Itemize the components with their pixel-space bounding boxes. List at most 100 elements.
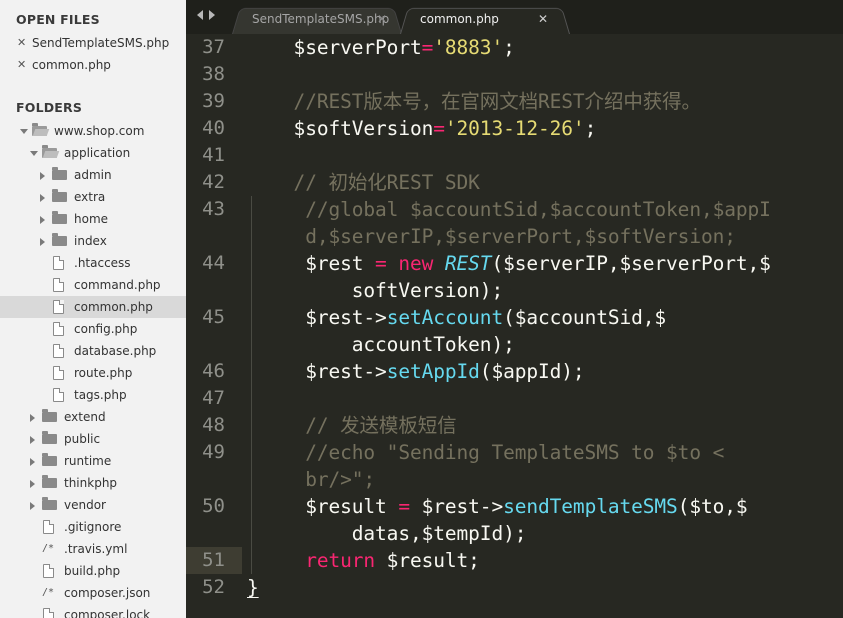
- folder-icon: [42, 409, 57, 422]
- tree-item[interactable]: database.php: [0, 340, 186, 362]
- code-token: ;: [503, 36, 515, 59]
- file-icon: [53, 256, 64, 270]
- tree-item[interactable]: public: [0, 428, 186, 450]
- code-token: $result: [247, 495, 399, 518]
- tree-item[interactable]: .htaccess: [0, 252, 186, 274]
- tree-item[interactable]: thinkphp: [0, 472, 186, 494]
- code-line[interactable]: //global $accountSid,$accountToken,$appI: [247, 196, 771, 223]
- code-line[interactable]: $result = $rest->sendTemplateSMS($to,$: [247, 493, 747, 520]
- tab-common-php[interactable]: common.php ✕: [400, 5, 570, 34]
- file-icon: [53, 344, 64, 358]
- tree-item[interactable]: .gitignore: [0, 516, 186, 538]
- open-file-item[interactable]: ✕ SendTemplateSMS.php: [0, 32, 186, 54]
- code-line[interactable]: }: [247, 574, 259, 601]
- code-line[interactable]: $serverPort='8883';: [247, 34, 515, 61]
- tree-item-label: common.php: [74, 300, 153, 314]
- comment-file-icon: /*: [42, 543, 55, 554]
- code-line[interactable]: //REST版本号，在官网文档REST介绍中获得。: [247, 88, 702, 115]
- chevron-down-icon[interactable]: [30, 151, 38, 156]
- code-line[interactable]: d,$serverIP,$serverPort,$softVersion;: [247, 223, 736, 250]
- tree-item[interactable]: /* .travis.yml: [0, 538, 186, 560]
- tree-item[interactable]: application: [0, 142, 186, 164]
- chevron-right-icon[interactable]: [40, 172, 45, 180]
- file-icon: [53, 388, 64, 402]
- tree-item[interactable]: vendor: [0, 494, 186, 516]
- code-token: //REST版本号，在官网文档REST介绍中获得。: [247, 90, 702, 113]
- code-line[interactable]: softVersion);: [247, 277, 503, 304]
- tab-nav-left-icon[interactable]: [197, 10, 203, 20]
- line-number: 52: [202, 576, 225, 598]
- code-line[interactable]: return $result;: [247, 547, 480, 574]
- code-line[interactable]: // 发送模板短信: [247, 412, 456, 439]
- tree-item-label: application: [64, 146, 131, 160]
- code-line[interactable]: $rest->setAccount($accountSid,$: [247, 304, 666, 331]
- close-icon[interactable]: ✕: [17, 32, 26, 54]
- chevron-right-icon[interactable]: [30, 502, 35, 510]
- code-token: //global $accountSid,$accountToken,$appI: [247, 198, 771, 221]
- code-editor[interactable]: 37 $serverPort='8883'; 38 39 //REST版本号，在官网…: [186, 34, 843, 618]
- line-number: 51: [202, 549, 225, 571]
- code-line[interactable]: br/>";: [247, 466, 375, 493]
- tree-item[interactable]: admin: [0, 164, 186, 186]
- tree-item[interactable]: extend: [0, 406, 186, 428]
- tree-item[interactable]: /* composer.json: [0, 582, 186, 604]
- tree-item-label: home: [74, 212, 109, 226]
- tree-item[interactable]: composer.lock: [0, 604, 186, 618]
- tree-item[interactable]: index: [0, 230, 186, 252]
- open-file-item[interactable]: ✕ common.php: [0, 54, 186, 76]
- tab-close-icon[interactable]: ✕: [377, 6, 387, 33]
- tree-item[interactable]: build.php: [0, 560, 186, 582]
- folder-icon: [42, 497, 57, 510]
- tree-item-label: route.php: [74, 366, 133, 380]
- folder-icon: [52, 167, 67, 180]
- line-number: 39: [202, 90, 225, 112]
- chevron-right-icon[interactable]: [40, 238, 45, 246]
- code-token: $rest->: [247, 306, 387, 329]
- line-number: 44: [202, 252, 225, 274]
- code-token: //echo "Sending TemplateSMS to $to <: [247, 441, 725, 464]
- code-line[interactable]: // 初始化REST SDK: [247, 169, 480, 196]
- folder-icon: [52, 233, 67, 246]
- line-number: 46: [202, 360, 225, 382]
- code-line[interactable]: $softVersion='2013-12-26';: [247, 115, 597, 142]
- code-line[interactable]: datas,$tempId);: [247, 520, 527, 547]
- tree-item[interactable]: extra: [0, 186, 186, 208]
- folder-icon: [42, 431, 57, 444]
- tree-item-label: .gitignore: [64, 520, 122, 534]
- tab-close-icon[interactable]: ✕: [538, 6, 548, 33]
- tree-item[interactable]: www.shop.com: [0, 120, 186, 142]
- sidebar: OPEN FILES ✕ SendTemplateSMS.php ✕ common.p…: [0, 0, 186, 618]
- chevron-right-icon[interactable]: [30, 414, 35, 422]
- chevron-down-icon[interactable]: [20, 129, 28, 134]
- code-token: =: [421, 36, 434, 59]
- tree-item[interactable]: runtime: [0, 450, 186, 472]
- code-token: $rest->: [409, 495, 504, 518]
- line-number: 47: [202, 387, 225, 409]
- tree-item-label: database.php: [74, 344, 157, 358]
- chevron-right-icon[interactable]: [30, 480, 35, 488]
- chevron-right-icon[interactable]: [40, 216, 45, 224]
- tree-item[interactable]: home: [0, 208, 186, 230]
- tab-sendtemplatesms-php[interactable]: SendTemplateSMS.php ✕: [232, 5, 402, 34]
- tree-item[interactable]: tags.php: [0, 384, 186, 406]
- code-line[interactable]: $rest = new REST($serverIP,$serverPort,$: [247, 250, 771, 277]
- chevron-right-icon[interactable]: [40, 194, 45, 202]
- code-token: $serverPort: [247, 36, 422, 59]
- tree-item[interactable]: route.php: [0, 362, 186, 384]
- tree-item[interactable]: config.php: [0, 318, 186, 340]
- code-line[interactable]: //echo "Sending TemplateSMS to $to <: [247, 439, 724, 466]
- code-line[interactable]: $rest->setAppId($appId);: [247, 358, 584, 385]
- tree-item-label: www.shop.com: [54, 124, 145, 138]
- tree-item-label: runtime: [64, 454, 112, 468]
- code-line[interactable]: accountToken);: [247, 331, 515, 358]
- folder-open-icon: [42, 145, 57, 158]
- chevron-right-icon[interactable]: [30, 436, 35, 444]
- close-icon[interactable]: ✕: [17, 54, 26, 76]
- chevron-right-icon[interactable]: [30, 458, 35, 466]
- tab-nav-right-icon[interactable]: [209, 10, 215, 20]
- tree-item[interactable]: common.php: [0, 296, 186, 318]
- code-token: accountToken);: [247, 333, 515, 356]
- file-icon: [53, 278, 64, 292]
- tree-item[interactable]: command.php: [0, 274, 186, 296]
